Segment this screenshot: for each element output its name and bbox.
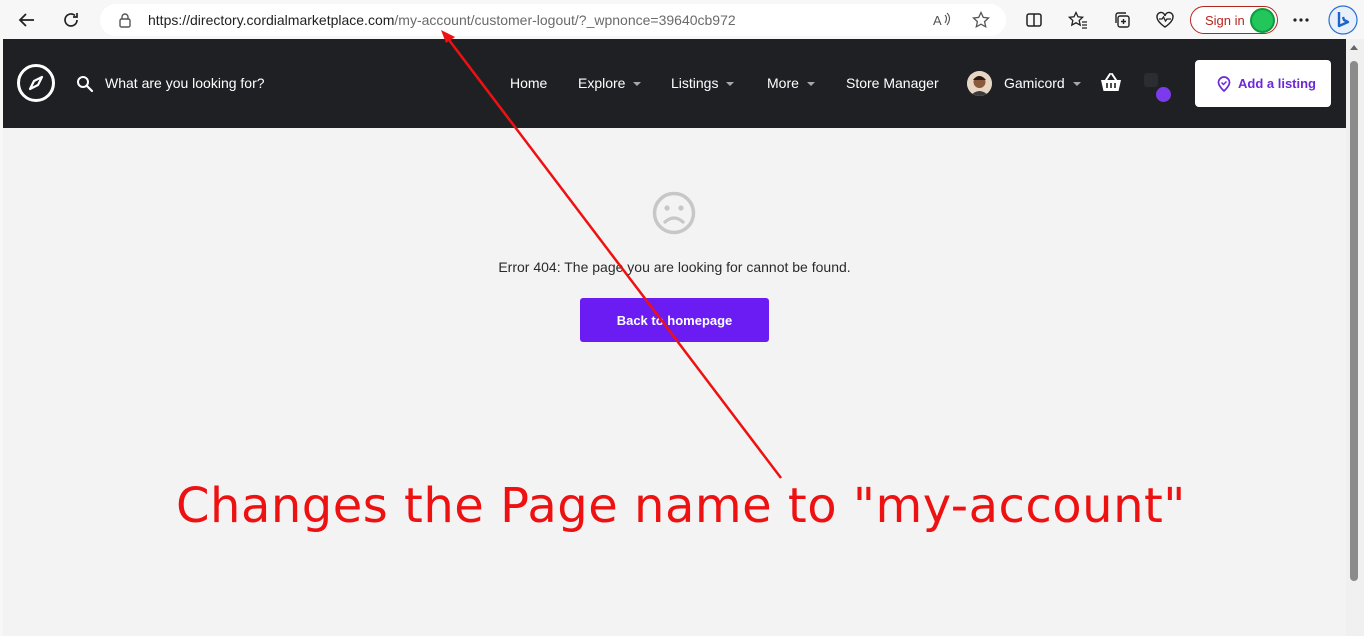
chevron-down-icon: [1072, 82, 1081, 87]
nav-user-menu[interactable]: Gamicord: [1004, 75, 1081, 91]
nav-store-manager[interactable]: Store Manager: [846, 75, 939, 91]
browser-toolbar: https://directory.cordialmarketplace.com…: [0, 0, 1364, 40]
nav-home[interactable]: Home: [510, 75, 547, 91]
scroll-up-arrow-icon[interactable]: [1350, 45, 1358, 50]
favorite-star-icon[interactable]: [971, 10, 991, 30]
url-path: /my-account/customer-logout/?_wpnonce=39…: [394, 12, 736, 28]
search-icon[interactable]: [76, 75, 94, 98]
favorites-icon[interactable]: [1064, 6, 1092, 34]
more-options-icon[interactable]: [1287, 6, 1315, 34]
sign-in-button[interactable]: Sign in: [1190, 6, 1278, 34]
refresh-icon[interactable]: [57, 6, 85, 34]
lock-icon: [118, 12, 132, 33]
collections-icon[interactable]: [1108, 6, 1136, 34]
address-bar[interactable]: https://directory.cordialmarketplace.com…: [100, 4, 1006, 36]
add-listing-label: Add a listing: [1238, 76, 1316, 91]
nav-explore-label: Explore: [578, 75, 626, 91]
shopping-basket-icon[interactable]: [1100, 73, 1122, 98]
read-aloud-icon[interactable]: A: [932, 10, 952, 30]
url-host: https://directory.cordialmarketplace.com: [148, 12, 395, 28]
add-listing-button[interactable]: Add a listing: [1195, 60, 1331, 107]
compass-logo-icon[interactable]: [17, 64, 55, 102]
nav-more[interactable]: More: [767, 75, 815, 91]
scrollbar-thumb[interactable]: [1350, 61, 1358, 581]
back-icon[interactable]: [13, 6, 41, 34]
nav-explore[interactable]: Explore: [578, 75, 642, 91]
nav-listings-label: Listings: [671, 75, 719, 91]
sign-in-label: Sign in: [1205, 13, 1245, 28]
chevron-down-icon: [806, 82, 815, 87]
chevron-down-icon: [726, 82, 735, 87]
user-avatar[interactable]: [967, 71, 992, 96]
notification-badge: [1156, 87, 1171, 102]
search-input[interactable]: What are you looking for?: [105, 75, 265, 91]
annotation-text: Changes the Page name to "my-account": [176, 478, 1186, 534]
main-content: Error 404: The page you are looking for …: [3, 128, 1346, 636]
split-screen-icon[interactable]: [1020, 6, 1048, 34]
svg-text:A: A: [933, 13, 942, 28]
nav-more-label: More: [767, 75, 799, 91]
back-to-homepage-button[interactable]: Back to homepage: [580, 298, 769, 342]
user-name: Gamicord: [1004, 75, 1065, 91]
sad-face-icon: [652, 191, 696, 240]
url-text: https://directory.cordialmarketplace.com…: [148, 12, 736, 28]
scrollbar[interactable]: [1346, 39, 1364, 636]
error-message: Error 404: The page you are looking for …: [498, 259, 851, 275]
location-pin-icon: [1217, 76, 1231, 97]
nav-listings[interactable]: Listings: [671, 75, 735, 91]
chevron-down-icon: [633, 82, 642, 87]
browser-essentials-icon[interactable]: [1151, 6, 1179, 34]
site-header: What are you looking for? Home Explore L…: [3, 39, 1346, 128]
copilot-icon[interactable]: [1327, 4, 1359, 36]
profile-avatar: [1250, 8, 1275, 33]
notification-icon[interactable]: [1144, 73, 1158, 87]
